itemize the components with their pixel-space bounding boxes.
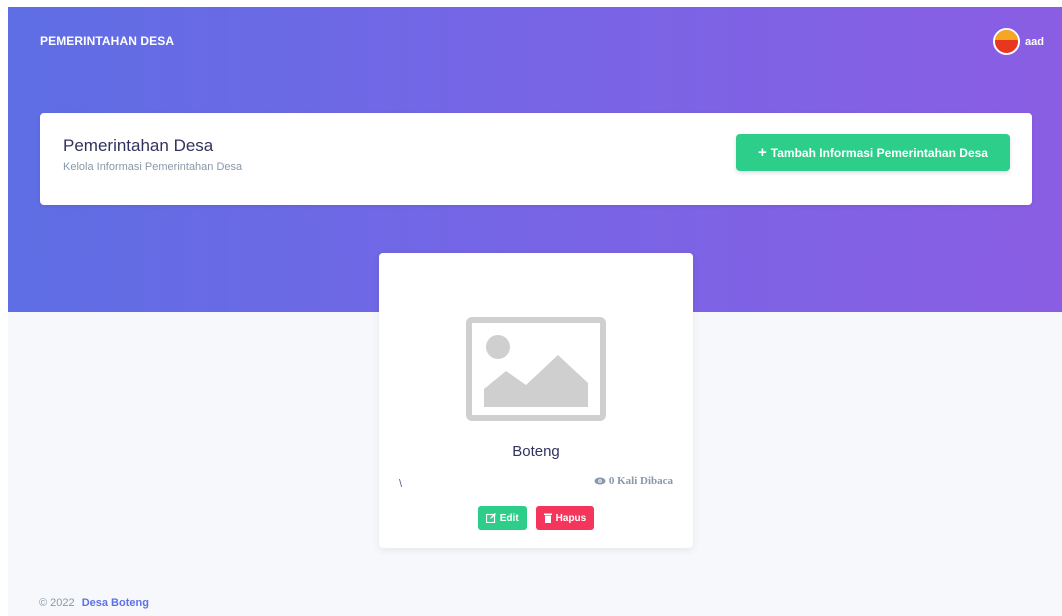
edit-button-label: Edit (499, 512, 519, 524)
edit-icon (485, 513, 496, 523)
plus-icon: + (758, 144, 767, 161)
delete-button-label: Hapus (555, 512, 587, 524)
card-description: \ (399, 478, 403, 490)
user-avatar[interactable] (993, 28, 1021, 55)
footer-link[interactable]: Desa Boteng (82, 597, 149, 609)
trash-icon (543, 513, 552, 523)
add-info-button-label: Tambah Informasi Pemerintahan Desa (770, 145, 988, 160)
card-title: Boteng (512, 443, 560, 460)
eye-icon (594, 477, 606, 485)
footer: © 2022 Desa Boteng (39, 597, 149, 609)
image-placeholder-icon (466, 317, 606, 421)
page: PEMERINTAHAN DESA aad Pemerintahan Desa … (8, 7, 1062, 616)
user-name[interactable]: aad (1025, 36, 1044, 48)
info-card: Boteng \ 0 Kali Dibaca Edit Hapus (379, 253, 693, 548)
navbar-brand[interactable]: PEMERINTAHAN DESA (40, 34, 174, 48)
edit-button[interactable]: Edit (477, 506, 527, 530)
view-count: 0 Kali Dibaca (594, 475, 673, 487)
footer-copyright: © 2022 (39, 597, 75, 609)
add-info-button[interactable]: + Tambah Informasi Pemerintahan Desa (736, 134, 1010, 171)
delete-button[interactable]: Hapus (535, 506, 595, 530)
page-header-card: Pemerintahan Desa Kelola Informasi Pemer… (40, 113, 1032, 205)
page-subtitle: Kelola Informasi Pemerintahan Desa (63, 161, 243, 173)
page-title: Pemerintahan Desa (63, 136, 214, 155)
user-menu[interactable]: aad (993, 28, 1044, 55)
card-actions: Edit Hapus (379, 506, 693, 530)
view-count-label: 0 Kali Dibaca (608, 475, 673, 487)
